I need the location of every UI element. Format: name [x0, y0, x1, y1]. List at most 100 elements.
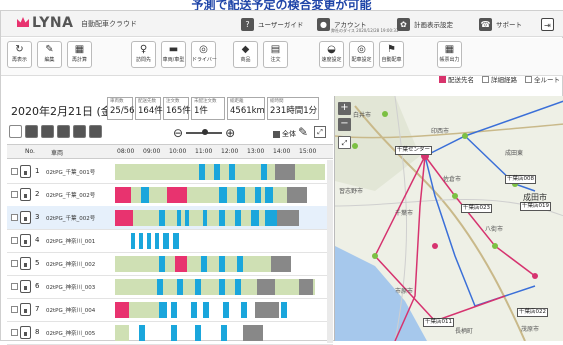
map-zoom-out[interactable]: −	[338, 118, 351, 131]
timeline-segment[interactable]	[243, 325, 263, 341]
stop-marker[interactable]	[382, 111, 388, 117]
table-row[interactable]: 6 02tPG_神奈川_003	[7, 275, 333, 299]
timeline-segment[interactable]	[261, 164, 267, 180]
timeline-segment[interactable]	[237, 187, 245, 203]
timeline-segment[interactable]	[175, 256, 187, 272]
timeline-segment[interactable]	[157, 279, 163, 295]
plan-date[interactable]: 2020年2月21日 (金)	[11, 103, 116, 119]
timeline-segment[interactable]	[159, 210, 165, 226]
toolbar-button-refresh[interactable]: ↻ 再表示	[7, 41, 32, 68]
timeline-segment[interactable]	[147, 233, 151, 249]
lock-icon[interactable]	[20, 326, 31, 339]
timeline-segment[interactable]	[277, 210, 299, 226]
timeline-segment[interactable]	[203, 302, 209, 318]
timeline-segment[interactable]	[185, 210, 189, 226]
timeline-track[interactable]	[115, 321, 325, 345]
map-tag[interactable]: 千葉店022	[517, 308, 548, 317]
row-checkbox[interactable]	[11, 214, 18, 221]
timeline-segment[interactable]	[235, 210, 241, 226]
select-all-checkbox[interactable]	[9, 125, 22, 138]
view-list-icon[interactable]	[25, 125, 38, 138]
timeline-segment[interactable]	[177, 279, 183, 295]
grid-scrollbar[interactable]	[327, 160, 333, 343]
timeline-track[interactable]	[115, 160, 325, 184]
stop-marker[interactable]	[532, 273, 538, 279]
timeline-segment[interactable]	[115, 210, 133, 226]
zoom-in-icon[interactable]: ⊕	[225, 126, 235, 140]
map-zoom-in[interactable]: +	[338, 102, 351, 115]
wrench-icon[interactable]: ✎	[298, 125, 308, 139]
toolbar-button-person[interactable]: ♀ 訪問先	[131, 41, 156, 68]
timeline-segment[interactable]	[199, 164, 205, 180]
table-row[interactable]: 2 02tPG_千葉_002号	[7, 183, 333, 207]
timeline-segment[interactable]	[165, 164, 325, 180]
view-table-icon[interactable]	[41, 125, 54, 138]
timeline-track[interactable]	[115, 229, 325, 253]
timeline-segment[interactable]	[115, 325, 129, 341]
timeline-segment[interactable]	[159, 256, 165, 272]
route-map[interactable]: + − ⤢ 白井市 成田市 印西市 成田東 佐倉市 八街市 市原市 長柄町 茂原…	[334, 96, 563, 341]
timeline-segment[interactable]	[275, 164, 295, 180]
timeline-segment[interactable]	[255, 302, 279, 318]
timeline-segment[interactable]	[115, 279, 315, 295]
timeline-segment[interactable]	[167, 187, 187, 203]
table-row[interactable]: 4 02tPG_神奈川_001	[7, 229, 333, 253]
timeline-segment[interactable]	[115, 256, 271, 272]
timeline-segment[interactable]	[265, 210, 277, 226]
toolbar-button-calculator[interactable]: ▦ 再計算	[67, 41, 92, 68]
zoom-slider[interactable]: ⊖ ⊕	[173, 126, 235, 140]
timeline-segment[interactable]	[219, 256, 225, 272]
map-option-detail[interactable]: 詳細経路	[482, 74, 517, 84]
toolbar-button-steering[interactable]: ◎ ドライバー	[191, 41, 217, 68]
toolbar-button-pencil[interactable]: ✎ 編集	[37, 41, 62, 68]
timeline-segment[interactable]	[115, 164, 129, 180]
row-checkbox[interactable]	[11, 168, 18, 175]
timeline-segment[interactable]	[281, 302, 287, 318]
timeline-segment[interactable]	[163, 233, 169, 249]
row-checkbox[interactable]	[11, 283, 18, 290]
timeline-segment[interactable]	[219, 187, 227, 203]
timeline-segment[interactable]	[214, 164, 220, 180]
user-guide-button[interactable]: ? ユーザーガイド	[241, 14, 303, 34]
timeline-segment[interactable]	[159, 302, 167, 318]
timeline-segment[interactable]	[195, 325, 201, 341]
lock-icon[interactable]	[20, 234, 31, 247]
timeline-segment[interactable]	[237, 256, 243, 272]
timeline-track[interactable]	[115, 252, 325, 276]
timeline-segment[interactable]	[139, 325, 145, 341]
timeline-segment[interactable]	[171, 302, 177, 318]
timeline-segment[interactable]	[257, 279, 275, 295]
logout-button[interactable]: ⇥	[541, 14, 554, 34]
timeline-track[interactable]	[115, 206, 325, 230]
toolbar-button-speed[interactable]: ◒ 速度設定	[319, 41, 344, 68]
timeline-track[interactable]	[115, 298, 325, 322]
timeline-segment[interactable]	[201, 256, 207, 272]
timeline-segment[interactable]	[271, 256, 291, 272]
view-copy-icon[interactable]	[89, 125, 102, 138]
map-tag[interactable]: 千葉店011	[423, 318, 454, 327]
stop-marker[interactable]	[432, 243, 438, 249]
row-checkbox[interactable]	[11, 329, 18, 336]
map-fullscreen-icon[interactable]: ⤢	[338, 136, 351, 149]
lock-icon[interactable]	[20, 303, 31, 316]
map-option-all[interactable]: 全ルート	[525, 74, 560, 84]
table-row[interactable]: 8 02tPG_神奈川_005	[7, 321, 333, 345]
toolbar-button-box[interactable]: ◆ 商品	[233, 41, 258, 68]
table-row[interactable]: 5 02tPG_神奈川_002	[7, 252, 333, 276]
toolbar-button-auto-route[interactable]: ⚑ 自動配車	[379, 41, 404, 68]
timeline-segment[interactable]	[155, 233, 159, 249]
zoom-all-toggle[interactable]: 全体	[273, 129, 296, 139]
zoom-knob[interactable]	[202, 129, 209, 135]
timeline-segment[interactable]	[287, 187, 307, 203]
timeline-segment[interactable]	[191, 302, 197, 318]
lock-icon[interactable]	[20, 257, 31, 270]
row-checkbox[interactable]	[11, 306, 18, 313]
account-button[interactable]: ● アカウント 弊社のダイス 2020/12/28 19:00:33	[317, 14, 398, 34]
timeline-segment[interactable]	[219, 210, 225, 226]
timeline-track[interactable]	[115, 183, 325, 207]
lock-icon[interactable]	[20, 211, 31, 224]
timeline-segment[interactable]	[171, 325, 177, 341]
stop-marker[interactable]	[452, 193, 458, 199]
timeline-segment[interactable]	[229, 164, 235, 180]
timeline-segment[interactable]	[251, 210, 259, 226]
